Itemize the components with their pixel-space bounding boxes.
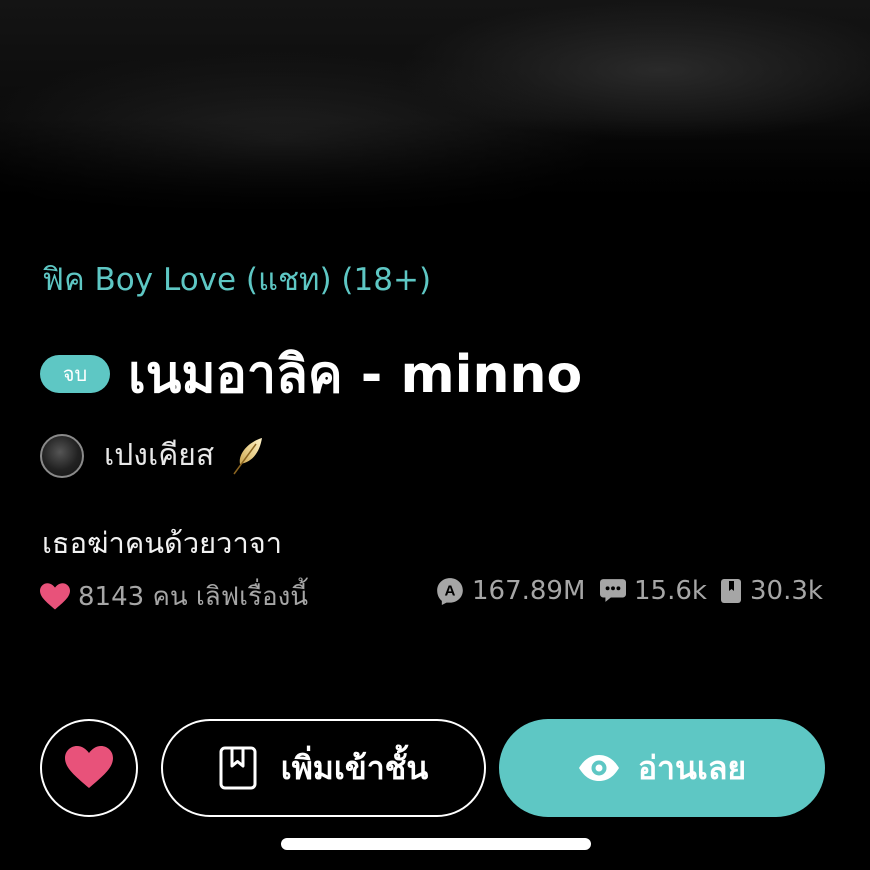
story-category[interactable]: ฟิค Boy Love (แชท) (18+) [42, 254, 431, 304]
heart-icon [40, 582, 70, 609]
views-count: 167.89M [472, 576, 586, 606]
views-stat: A 167.89M [436, 576, 585, 606]
comment-icon [600, 579, 626, 602]
author-row[interactable]: เปงเคียส [40, 432, 264, 479]
views-icon: A [437, 578, 463, 605]
saves-stat: 30.3k [720, 576, 823, 606]
book-icon [219, 746, 257, 790]
saves-count: 30.3k [750, 576, 823, 606]
title-row: จบ เนมอาลิค - minno [40, 332, 582, 415]
svg-text:A: A [445, 583, 456, 600]
eye-icon [578, 755, 619, 781]
add-to-library-button[interactable]: เพิ่มเข้าชั้น [161, 719, 486, 817]
read-now-label: อ่านเลย [637, 748, 747, 787]
heart-icon [65, 746, 113, 788]
story-title: เนมอาลิค - minno [128, 345, 583, 405]
status-badge: จบ [40, 354, 110, 393]
home-indicator[interactable] [281, 838, 591, 850]
comments-stat: 15.6k [600, 576, 707, 606]
author-avatar[interactable] [40, 433, 84, 478]
feather-icon [233, 437, 263, 474]
add-to-library-label: เพิ่มเข้าชั้น [280, 748, 429, 787]
stats-row: 8143 คน เลิฟเรื่องนี้ A 167.89M 15.6k 30… [40, 576, 830, 612]
bookmark-icon [721, 579, 741, 603]
likes-suffix: คน เลิฟเรื่องนี้ [152, 582, 309, 612]
likes-stat: 8143 คน เลิฟเรื่องนี้ [40, 576, 308, 617]
cover-image [0, 0, 870, 215]
story-tagline: เธอฆ่าคนด้วยวาจา [42, 526, 283, 560]
likes-count: 8143 [78, 581, 145, 612]
author-name[interactable]: เปงเคียส [104, 432, 214, 479]
comments-count: 15.6k [634, 576, 707, 606]
read-now-button[interactable]: อ่านเลย [499, 719, 825, 817]
like-button[interactable] [40, 719, 138, 817]
